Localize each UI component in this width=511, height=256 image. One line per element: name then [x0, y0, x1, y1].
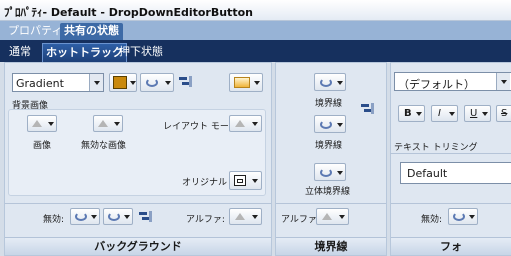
tab-hottrack[interactable]: ホットトラック	[42, 43, 127, 62]
paint-icon	[75, 212, 87, 221]
chevron-down-icon	[91, 215, 97, 219]
border-alpha-label: アルファ:	[281, 215, 320, 225]
chevron-down-icon	[337, 123, 343, 127]
border-color-button[interactable]	[314, 73, 346, 91]
border-alpha-button[interactable]	[316, 208, 349, 225]
border-color2-button[interactable]	[314, 115, 346, 133]
window-title: ﾌﾟﾛﾊﾟﾃｨ- Default - DropDownEditorButton	[4, 6, 253, 19]
italic-label: I	[438, 108, 441, 119]
gradient-swatch-icon	[234, 77, 250, 88]
chevron-down-icon	[165, 81, 171, 85]
image-placeholder-icon	[32, 120, 42, 127]
background-group-footer: バックグラウンド	[5, 237, 271, 255]
tab-normal[interactable]: 通常	[6, 43, 34, 62]
strikeout-label: S	[501, 108, 508, 119]
border-3d-label: 立体境界線	[305, 187, 351, 197]
border-label-2: 境界線	[315, 141, 343, 151]
chevron-down-icon[interactable]	[89, 74, 103, 91]
image-label: 画像	[33, 141, 52, 151]
color-swatch	[113, 76, 127, 89]
chevron-down-icon	[482, 112, 488, 116]
border-3d-button[interactable]	[314, 163, 346, 181]
background-disabled-label: 無効:	[43, 215, 65, 225]
chevron-down-icon	[449, 112, 455, 116]
bold-label: B	[404, 108, 412, 119]
swap-colors-icon[interactable]	[139, 211, 153, 223]
paint-icon	[108, 212, 120, 221]
chevron-down-icon[interactable]	[496, 73, 510, 90]
background-style-value: Gradient	[16, 77, 64, 90]
chevron-down-icon	[130, 81, 136, 85]
chevron-down-icon	[48, 122, 54, 126]
background-alpha-label: アルファ:	[186, 215, 225, 225]
bold-button[interactable]: B	[398, 105, 425, 122]
top-tab-strip: プロパティ 共有の状態	[0, 21, 511, 40]
gradient-style-button[interactable]	[229, 73, 263, 92]
chevron-down-icon	[252, 179, 258, 183]
chevron-down-icon	[337, 171, 343, 175]
font-name-combo[interactable]: （デフォルト）	[394, 72, 511, 91]
disabled-image-label: 無効な画像	[81, 141, 127, 151]
paint-icon	[320, 78, 332, 87]
image-placeholder-icon	[98, 120, 108, 127]
original-label: オリジナル	[182, 178, 228, 188]
swap-colors-icon[interactable]	[179, 76, 193, 88]
text-trimming-label: テキスト トリミング	[394, 143, 478, 153]
back-color2-button[interactable]	[140, 73, 174, 92]
paint-icon	[146, 78, 158, 87]
paint-icon	[453, 212, 465, 221]
background-style-combo[interactable]: Gradient	[12, 73, 104, 92]
swap-colors-icon[interactable]	[361, 103, 375, 115]
tab-pressed[interactable]: 押下状態	[116, 43, 166, 62]
tab-properties[interactable]: プロパティ	[4, 23, 66, 40]
image-alignment-button[interactable]	[229, 171, 262, 190]
text-trimming-combo[interactable]: Default	[400, 162, 511, 184]
italic-button[interactable]: I	[431, 105, 458, 122]
chevron-down-icon	[339, 215, 345, 219]
align-frame-icon	[234, 175, 246, 186]
chevron-down-icon	[254, 81, 260, 85]
chevron-down-icon	[124, 215, 130, 219]
alpha-button[interactable]	[229, 208, 262, 225]
border-panel	[275, 62, 387, 256]
back-color-button[interactable]	[109, 73, 137, 92]
layout-mode-button[interactable]	[229, 115, 262, 132]
font-name-value: （デフォルト）	[398, 78, 475, 91]
disabled-backcolor2-button[interactable]	[103, 208, 133, 225]
font-disabled-label: 無効:	[421, 215, 443, 225]
border-label: 境界線	[315, 99, 343, 109]
chevron-down-icon	[469, 215, 475, 219]
image-placeholder-icon	[235, 213, 245, 220]
strikeout-button[interactable]: S	[496, 105, 511, 122]
chevron-down-icon	[252, 122, 258, 126]
chevron-down-icon	[416, 112, 422, 116]
underline-label: U	[470, 108, 478, 119]
image-placeholder-icon	[235, 120, 245, 127]
disabled-forecolor-button[interactable]	[448, 208, 478, 225]
chevron-down-icon	[252, 215, 258, 219]
state-tab-strip: 通常 ホットトラック 押下状態	[0, 40, 511, 62]
tab-shared-state[interactable]: 共有の状態	[60, 23, 123, 40]
image-button[interactable]	[27, 115, 57, 132]
border-group-footer: 境界線	[276, 237, 386, 255]
chevron-down-icon	[337, 81, 343, 85]
chevron-down-icon	[114, 122, 120, 126]
image-placeholder-icon	[322, 213, 332, 220]
paint-icon	[320, 120, 332, 129]
font-group-footer: フォ	[391, 237, 511, 255]
text-trimming-value: Default	[407, 167, 448, 180]
underline-button[interactable]: U	[464, 105, 491, 122]
disabled-image-button[interactable]	[93, 115, 123, 132]
disabled-backcolor-button[interactable]	[70, 208, 100, 225]
title-bar: ﾌﾟﾛﾊﾟﾃｨ- Default - DropDownEditorButton	[0, 0, 511, 21]
paint-icon	[320, 168, 332, 177]
